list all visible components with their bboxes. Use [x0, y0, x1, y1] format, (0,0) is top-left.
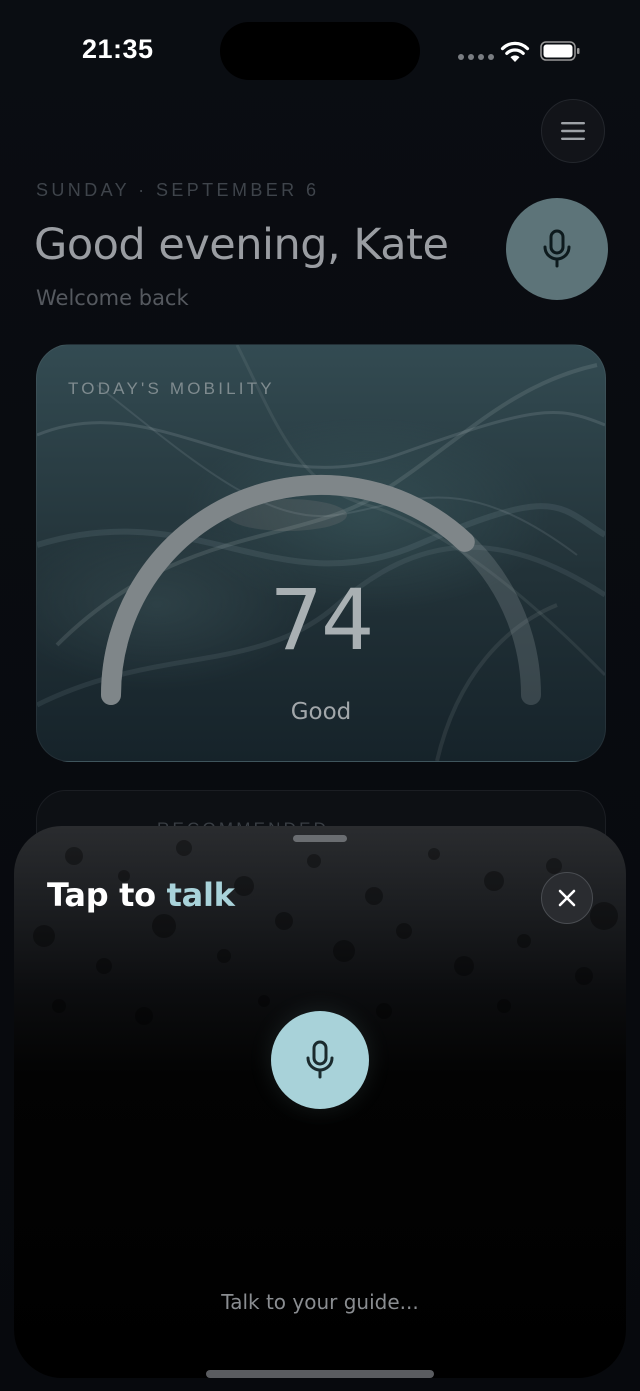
mobility-card[interactable]: TODAY'S MOBILITY 74 Good [36, 344, 606, 762]
mobility-score: 74 [269, 571, 375, 669]
voice-button[interactable] [506, 198, 608, 300]
talk-mic-button[interactable] [271, 1011, 369, 1109]
menu-button[interactable] [541, 99, 605, 163]
greeting-title: Good evening, Kate [34, 220, 449, 270]
close-button[interactable] [541, 872, 593, 924]
sheet-title: Tap to talk [47, 876, 235, 914]
app-screen: 21:35 SUNDAY · SEPTEMBER 6 Good evening,… [0, 0, 640, 1391]
cellular-signal-icon [458, 54, 494, 60]
talk-hint: Talk to your guide... [221, 1290, 419, 1314]
date-label: SUNDAY · SEPTEMBER 6 [36, 180, 320, 200]
sheet-title-accent: talk [166, 876, 235, 914]
wifi-icon [500, 41, 530, 62]
talk-sheet: Tap to talk Talk to your guide... [14, 826, 626, 1378]
microphone-icon [306, 1040, 334, 1079]
mobility-rating: Good [290, 699, 352, 725]
close-icon [558, 889, 576, 907]
microphone-icon [543, 229, 571, 268]
home-indicator[interactable] [206, 1370, 434, 1378]
welcome-subtitle: Welcome back [36, 286, 189, 310]
battery-icon [540, 41, 580, 61]
hamburger-menu-icon [561, 122, 585, 140]
sheet-title-prefix: Tap to [47, 876, 167, 914]
sheet-grabber[interactable] [293, 835, 347, 842]
dynamic-island [220, 22, 420, 80]
status-time: 21:35 [82, 34, 154, 64]
